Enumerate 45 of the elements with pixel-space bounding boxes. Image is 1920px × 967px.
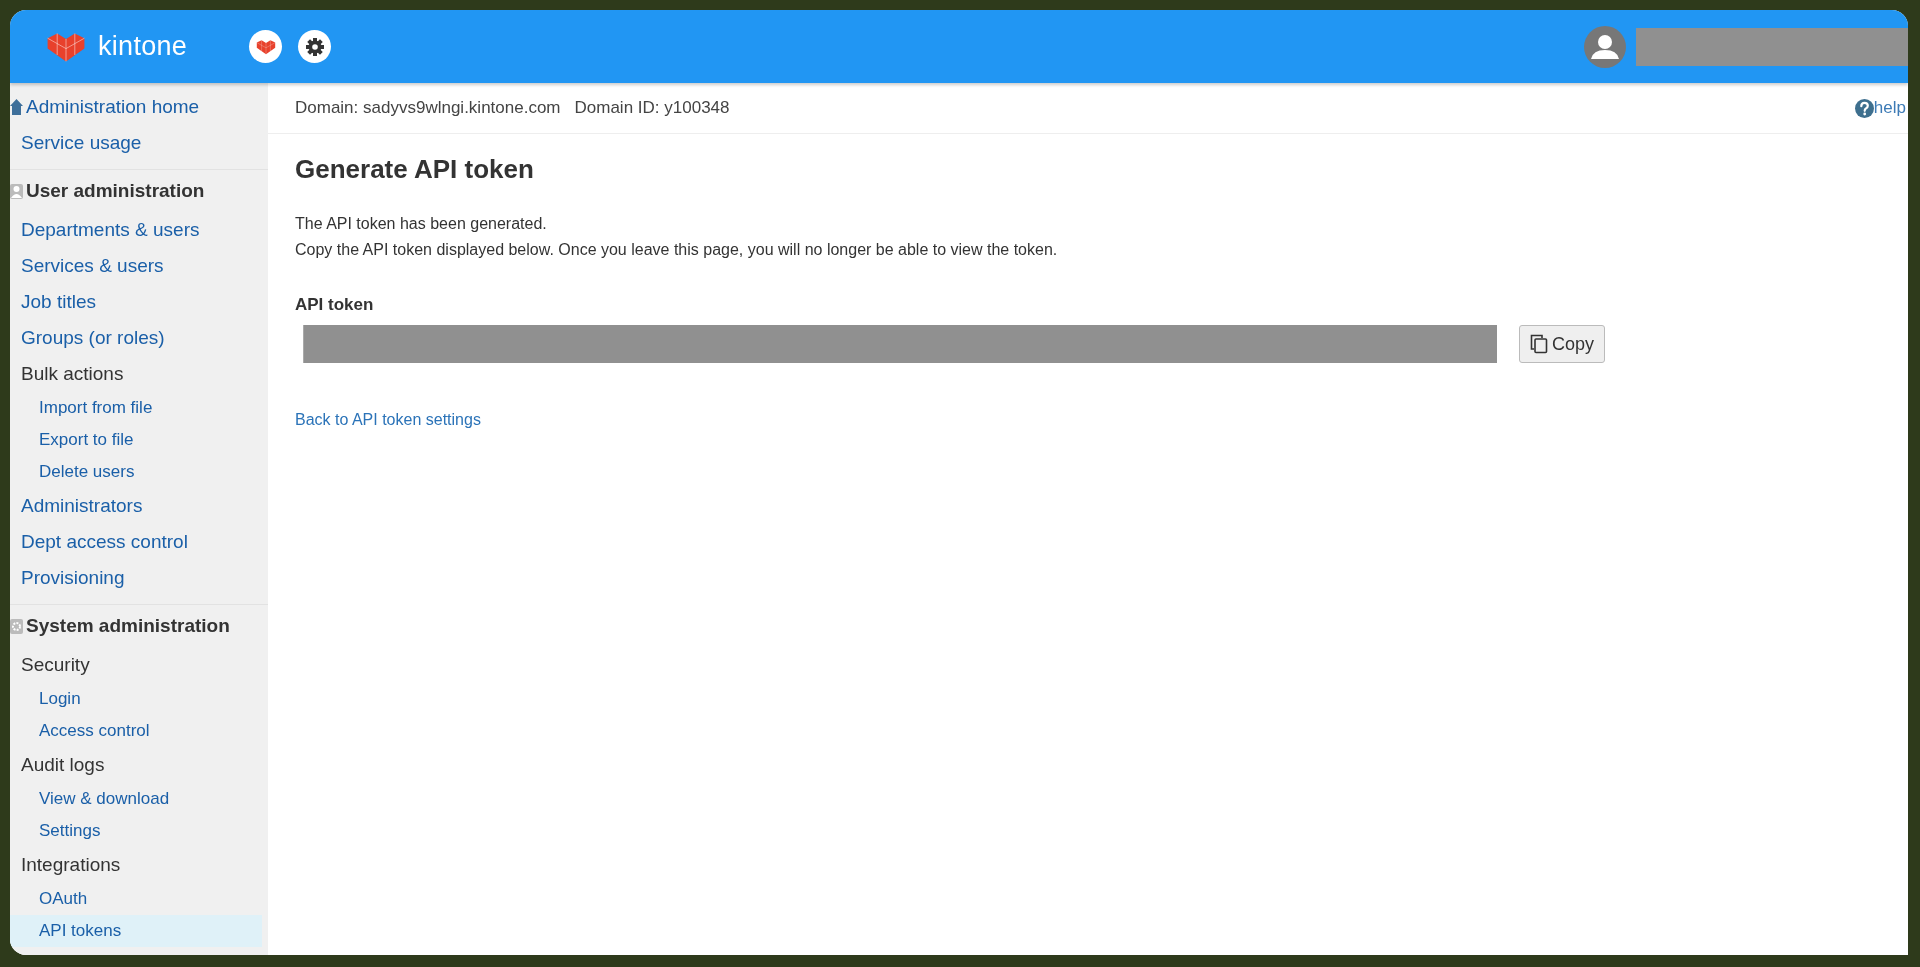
- sidebar-item: Bulk actions: [20, 362, 125, 386]
- domain-id-text: Domain ID: y100348: [574, 98, 730, 118]
- logo-text: kintone: [98, 31, 188, 62]
- sidebar-item: System administration: [10, 604, 268, 647]
- gear-icon: [10, 618, 23, 634]
- field-label: API token: [295, 295, 375, 315]
- sidebar-item: User administration: [10, 169, 268, 212]
- sidebar-item[interactable]: Login: [10, 683, 262, 715]
- user-icon: [10, 183, 23, 199]
- sidebar-item[interactable]: Delete users: [10, 456, 262, 488]
- heart-logo-icon: [46, 30, 86, 63]
- sidebar-item[interactable]: Service usage: [10, 125, 262, 161]
- message-text: The API token has been generated.: [295, 214, 548, 234]
- domain-text: Domain: sadyvs9wlngi.kintone.com: [295, 98, 561, 118]
- sidebar-item[interactable]: Provisioning: [10, 560, 262, 596]
- sidebar-item[interactable]: API tokens: [10, 915, 262, 947]
- sidebar-item: Integrations: [20, 853, 122, 877]
- sidebar-item[interactable]: OAuth: [10, 883, 262, 915]
- sidebar-item[interactable]: Departments & users: [10, 212, 262, 248]
- sidebar-item[interactable]: Import from file: [10, 392, 262, 424]
- heart-logo-icon: [255, 38, 276, 55]
- page-title: Generate API token: [295, 154, 535, 185]
- sidebar-item[interactable]: Services & users: [10, 248, 262, 284]
- sidebar-item[interactable]: Access control: [10, 715, 262, 747]
- sidebar-item[interactable]: Dept access control: [10, 524, 262, 560]
- copy-icon: [1530, 334, 1548, 354]
- sidebar-item[interactable]: Export to file: [10, 424, 262, 456]
- back-link[interactable]: Back to API token settings: [295, 411, 481, 429]
- help-icon: [1854, 98, 1874, 118]
- sidebar-item[interactable]: Groups (or roles): [10, 320, 262, 356]
- sidebar-item[interactable]: Administration home: [10, 89, 262, 125]
- sidebar-item: Security: [20, 653, 91, 677]
- sidebar-item[interactable]: Job titles: [10, 284, 262, 320]
- sidebar-item[interactable]: View & download: [10, 783, 262, 815]
- settings-button[interactable]: [298, 30, 332, 63]
- sidebar-item: Audit logs: [20, 753, 106, 777]
- sidebar-item[interactable]: Settings: [10, 815, 262, 847]
- copy-button[interactable]: Copy: [1519, 325, 1606, 363]
- message-text: Copy the API token displayed below. Once you leave this page, you will no longer be able to view the token.: [295, 240, 1059, 260]
- home-icon: [10, 99, 23, 115]
- sidebar-item[interactable]: Administrators: [10, 488, 262, 524]
- portal-button[interactable]: [249, 30, 283, 63]
- settings-icon: [304, 36, 325, 57]
- avatar-icon[interactable]: [1584, 25, 1626, 68]
- help-link[interactable]: help: [1854, 98, 1906, 118]
